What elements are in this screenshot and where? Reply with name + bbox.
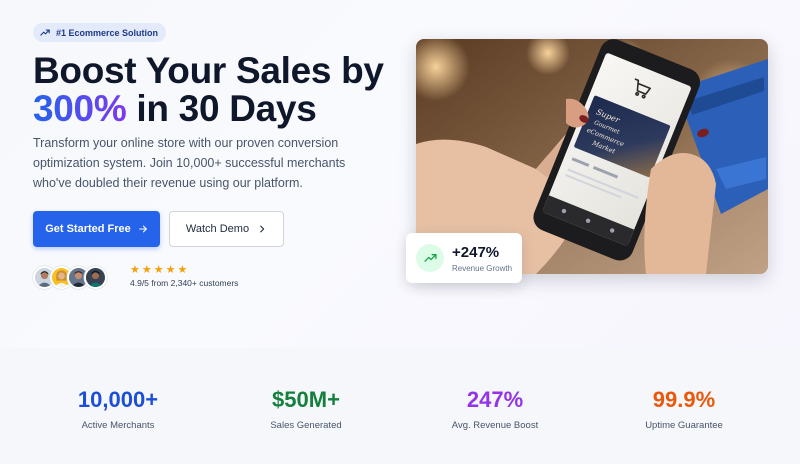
star-icon: ★ [130,264,140,276]
trending-up-icon [40,29,50,36]
stat-sales-generated: $50M+ Sales Generated [206,387,406,431]
stat-value: 10,000+ [77,387,159,412]
stat-label: Active Merchants [81,420,155,431]
hero-section: #1 Ecommerce Solution Boost Your Sales b… [0,0,800,348]
star-icon: ★ [141,264,152,276]
stat-active-merchants: 10,000+ Active Merchants [18,387,218,431]
revenue-growth-card: +247% Revenue Growth [406,233,522,283]
badge-text: #1 Ecommerce Solution [56,27,159,38]
watch-demo-button[interactable]: Watch Demo [169,211,284,247]
watch-demo-label: Watch Demo [185,223,250,235]
stat-value: $50M+ [272,387,340,412]
top-badge: #1 Ecommerce Solution [33,23,167,42]
star-icon: ★ [177,264,188,276]
stat-value: 247% [466,387,524,412]
stats-section: 10,000+ Active Merchants $50M+ Sales Gen… [0,348,800,464]
stat-uptime-guarantee: 99.9% Uptime Guarantee [584,387,784,431]
customer-avatar-4 [84,266,107,289]
stat-label: Avg. Revenue Boost [451,420,539,431]
headline-line-2: in 30 Days [126,88,317,129]
arrow-right-icon [138,225,147,233]
chevron-right-icon [260,225,265,233]
stat-label: Uptime Guarantee [645,420,723,431]
customer-avatars [33,266,107,289]
rating-text: 4.9/5 from 2,340+ customers [130,278,239,288]
get-started-label: Get Started Free [45,223,131,235]
star-icon: ★ [165,264,176,276]
page-title: Boost Your Sales by 300% in 30 Days [33,52,384,128]
rating-stars: ★ ★ ★ ★ ★ [130,265,187,276]
headline-accent: 300% [33,88,127,129]
star-icon: ★ [153,264,164,276]
growth-value: +247% [452,244,500,261]
growth-label: Revenue Growth [452,264,513,273]
growth-icon-badge [416,244,444,272]
stat-label: Sales Generated [270,420,342,431]
headline-line-1: Boost Your Sales by [33,50,384,91]
hero-description: Transform your online store with our pro… [33,136,346,190]
trending-up-icon [423,253,437,262]
get-started-button[interactable]: Get Started Free [33,211,160,247]
stat-avg-revenue-boost: 247% Avg. Revenue Boost [395,387,595,431]
stat-value: 99.9% [652,387,716,412]
